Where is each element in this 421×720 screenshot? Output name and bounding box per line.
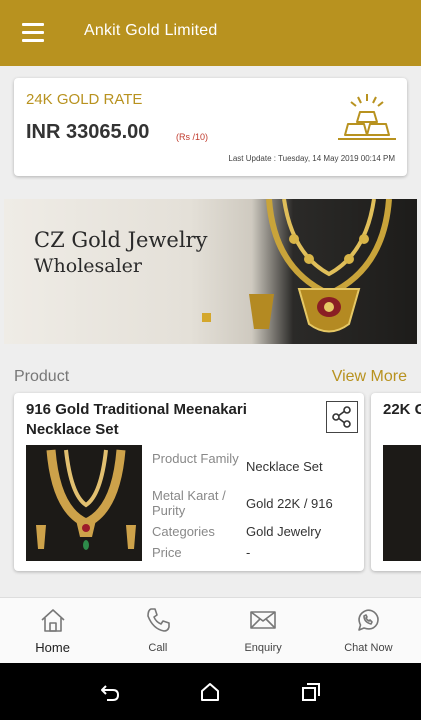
gold-rate-card: 24K GOLD RATE INR 33065.00 (Rs /10) Last…: [14, 78, 407, 176]
nav-label: Chat Now: [344, 642, 393, 654]
app-bar: Ankit Gold Limited: [0, 0, 421, 66]
gold-bars-icon: [338, 94, 396, 140]
share-button[interactable]: [326, 401, 358, 433]
back-button[interactable]: [90, 672, 130, 712]
home-button[interactable]: [190, 672, 230, 712]
spec-key-categories: Categories: [152, 524, 215, 539]
spec-key-product-family: Product Family: [152, 451, 239, 466]
menu-icon[interactable]: [22, 23, 44, 43]
home-icon: [41, 609, 65, 632]
home-nav-icon: [201, 682, 220, 701]
spec-key-price: Price: [152, 545, 182, 560]
nav-label: Enquiry: [244, 642, 282, 654]
rate-value: INR 33065.00: [26, 121, 150, 143]
nav-enquiry[interactable]: Enquiry: [211, 598, 316, 663]
nav-label: Home: [35, 640, 70, 655]
share-icon: [332, 406, 351, 428]
spec-value-product-family: Necklace Set: [246, 459, 323, 474]
section-title: Product: [14, 368, 70, 385]
nav-call[interactable]: Call: [105, 598, 210, 663]
nav-home[interactable]: Home: [0, 598, 105, 663]
spec-value-metal-karat: Gold 22K / 916: [246, 496, 333, 511]
nav-label: Call: [148, 642, 168, 654]
banner-subtitle: Wholesaler: [34, 255, 143, 277]
banner-title: CZ Gold Jewelry: [34, 228, 208, 252]
app-title: Ankit Gold Limited: [84, 22, 218, 39]
product-title: 22K Gold Set: [383, 401, 421, 418]
spec-value-price: -: [246, 545, 251, 560]
necklace-image: [249, 199, 392, 333]
product-card[interactable]: 22K Gold Set: [371, 393, 421, 571]
mail-icon: [250, 611, 276, 629]
rate-label: 24K GOLD RATE: [26, 91, 143, 108]
spec-key-metal-karat: Metal Karat / Purity: [152, 488, 226, 518]
rate-unit: (Rs /10): [176, 132, 209, 142]
system-nav-bar: [0, 663, 421, 720]
view-more-link[interactable]: View More: [332, 368, 407, 386]
recents-icon: [301, 682, 320, 701]
product-title: 916 Gold Traditional Meenakari Necklace …: [26, 401, 247, 438]
promo-banner[interactable]: CZ Gold Jewelry Wholesaler: [4, 199, 417, 344]
nav-chat[interactable]: Chat Now: [316, 598, 421, 663]
last-update-text: Last Update : Tuesday, 14 May 2019 00:14…: [228, 154, 395, 163]
product-card[interactable]: 916 Gold Traditional Meenakari Necklace …: [14, 393, 364, 571]
whatsapp-icon: [358, 609, 380, 631]
product-image: [383, 445, 421, 561]
phone-icon: [147, 608, 170, 632]
product-image: [26, 445, 142, 561]
back-icon: [101, 684, 120, 701]
recents-button[interactable]: [291, 672, 331, 712]
bottom-nav: Home Call Enquiry Chat Now: [0, 597, 421, 663]
spec-value-categories: Gold Jewelry: [246, 524, 322, 539]
carousel-indicator[interactable]: [202, 313, 211, 322]
